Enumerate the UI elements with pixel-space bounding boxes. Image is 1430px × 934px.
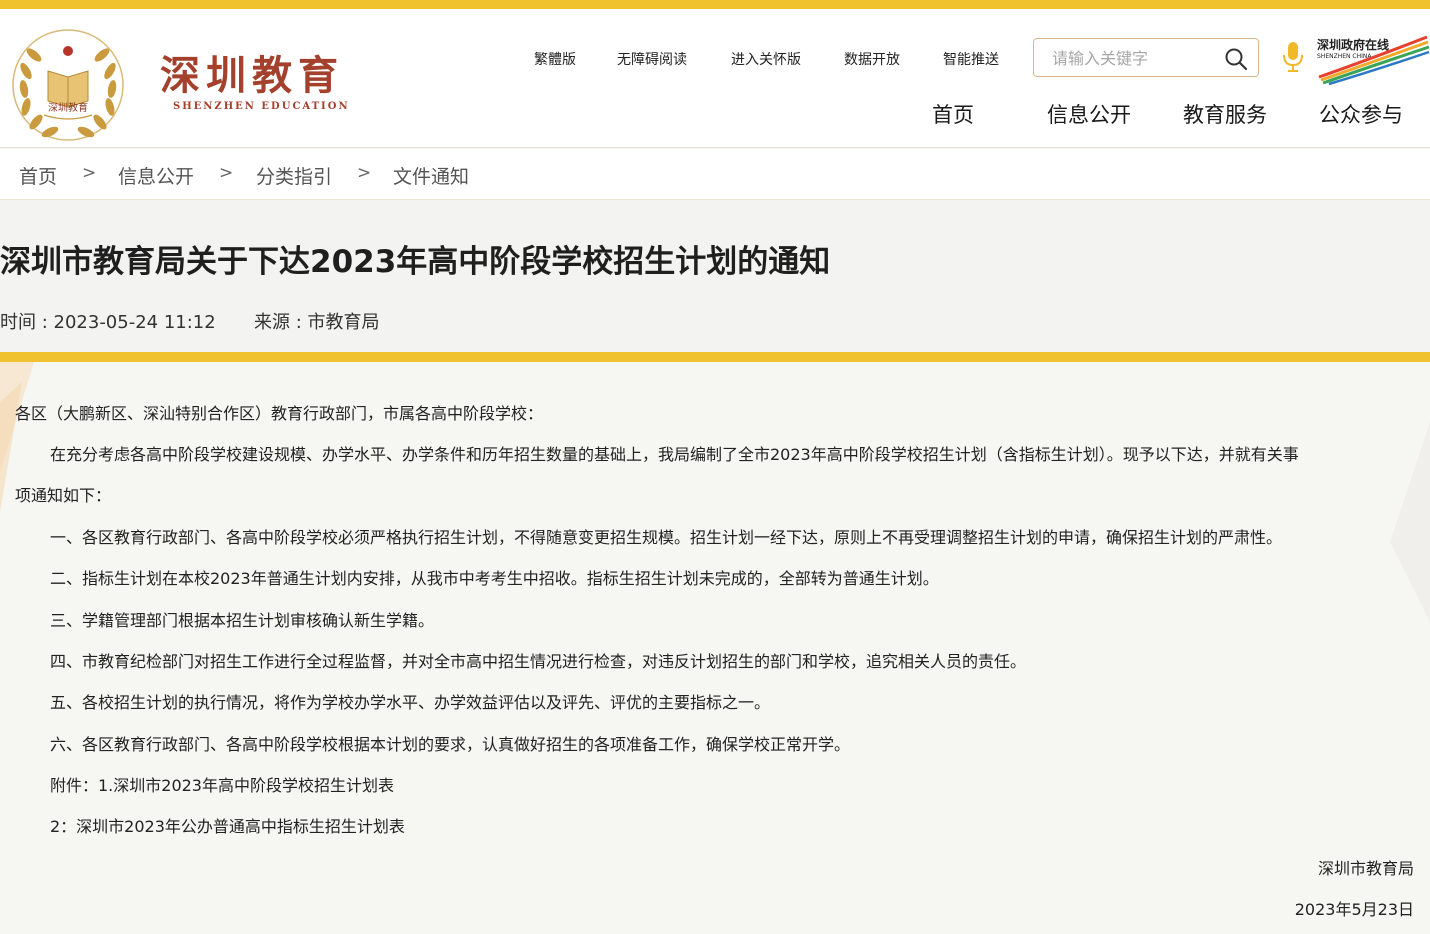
traditional-chinese-link[interactable]: 繁體版	[534, 49, 576, 69]
breadcrumb-category-guide[interactable]: 分类指引	[256, 162, 332, 189]
nav-home[interactable]: 首页	[932, 99, 974, 129]
breadcrumb-separator: >	[82, 163, 97, 183]
notice-item-4: 四、市教育纪检部门对招生工作进行全过程监督，并对全市高中招生情况进行检查，对违反…	[50, 652, 1027, 671]
accessible-reading-link[interactable]: 无障碍阅读	[617, 49, 687, 69]
article-title: 深圳市教育局关于下达2023年高中阶段学校招生计划的通知	[0, 244, 831, 280]
article-header: 深圳市教育局关于下达2023年高中阶段学校招生计划的通知 时间 : 2023-0…	[0, 200, 1430, 352]
search-input[interactable]	[1052, 47, 1212, 69]
open-data-link[interactable]: 数据开放	[844, 49, 900, 69]
decorative-corner-right	[1390, 422, 1430, 622]
site-header: 深圳教育 深圳教育 SHENZHEN EDUCATION 繁體版 无障碍阅读 进…	[0, 9, 1430, 148]
attachment-link-1[interactable]: 附件：1.深圳市2023年高中阶段学校招生计划表	[50, 776, 394, 796]
notice-item-6: 六、各区教育行政部门、各高中阶段学校根据本计划的要求，认真做好招生的各项准备工作…	[50, 735, 851, 754]
breadcrumb: 首页 > 信息公开 > 分类指引 > 文件通知	[0, 149, 1430, 200]
intro-paragraph-line1: 在充分考虑各高中阶段学校建设规模、办学水平、办学条件和历年招生数量的基础上，我局…	[50, 445, 1299, 464]
main-navigation: 首页 信息公开 教育服务 公众参与	[0, 99, 1430, 127]
breadcrumb-separator: >	[357, 163, 372, 183]
article-body: 各区（大鹏新区、深汕特别合作区）教育行政部门，市属各高中阶段学校： 在充分考虑各…	[0, 362, 1430, 934]
top-accent-bar	[0, 0, 1430, 9]
publish-time: 时间 : 2023-05-24 11:12	[0, 312, 216, 333]
greeting-paragraph: 各区（大鹏新区、深汕特别合作区）教育行政部门，市属各高中阶段学校：	[15, 404, 544, 423]
breadcrumb-separator: >	[219, 163, 234, 183]
notice-item-3: 三、学籍管理部门根据本招生计划审核确认新生学籍。	[50, 611, 435, 630]
notice-item-1: 一、各区教育行政部门、各高中阶段学校必须严格执行招生计划，不得随意变更招生规模。…	[50, 528, 1283, 547]
title-divider	[0, 352, 1430, 362]
notice-item-5: 五、各校招生计划的执行情况，将作为学校办学水平、办学效益评估以及评先、评优的主要…	[50, 693, 771, 712]
article-source: 来源 : 市教育局	[254, 312, 380, 333]
issuer-signature: 深圳市教育局	[1317, 859, 1414, 878]
nav-info-disclosure[interactable]: 信息公开	[1047, 99, 1131, 129]
search-icon[interactable]	[1224, 47, 1248, 71]
smart-push-link[interactable]: 智能推送	[943, 49, 999, 69]
voice-microphone-icon[interactable]	[1281, 40, 1305, 74]
gov-logo-cn: 深圳政府在线	[1317, 37, 1389, 52]
notice-item-2: 二、指标生计划在本校2023年普通生计划内安排，从我市中考考生中招收。指标生招生…	[50, 569, 939, 588]
search-box	[1033, 38, 1259, 77]
breadcrumb-info-disclosure[interactable]: 信息公开	[118, 162, 194, 189]
gov-logo-en: SHENZHEN CHINA	[1317, 53, 1372, 60]
intro-paragraph-line2: 项通知如下：	[15, 486, 112, 505]
care-mode-link[interactable]: 进入关怀版	[731, 49, 801, 69]
issue-date: 2023年5月23日	[1294, 900, 1414, 919]
shenzhen-gov-logo[interactable]: 深圳政府在线 SHENZHEN CHINA	[1315, 33, 1430, 85]
nav-public-participation[interactable]: 公众参与	[1319, 99, 1403, 129]
breadcrumb-home[interactable]: 首页	[19, 162, 57, 189]
attachment-link-2[interactable]: 2：深圳市2023年公办普通高中指标生招生计划表	[50, 817, 405, 837]
nav-education-services[interactable]: 教育服务	[1183, 99, 1267, 129]
breadcrumb-file-notices[interactable]: 文件通知	[393, 162, 469, 189]
education-bureau-emblem[interactable]: 深圳教育	[10, 27, 126, 143]
